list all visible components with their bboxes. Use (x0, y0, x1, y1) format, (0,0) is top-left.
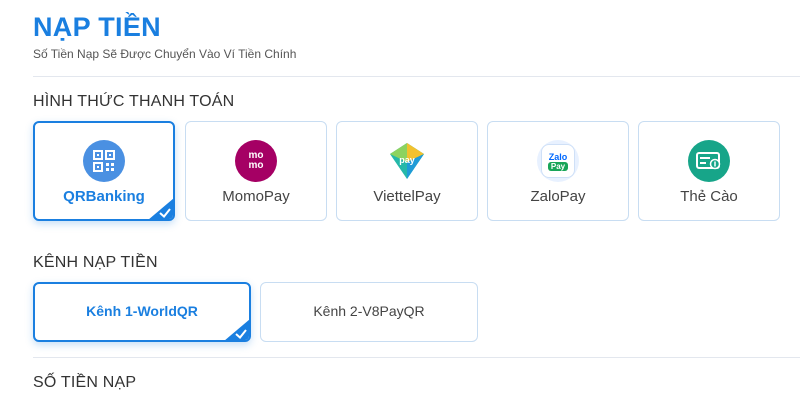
zalopay-icon-text-top: Zalo (548, 151, 568, 162)
page-subtitle: Số Tiền Nạp Sẽ Được Chuyển Vào Ví Tiền C… (33, 47, 297, 61)
method-viettelpay[interactable]: pay ViettelPay (336, 121, 478, 221)
divider (33, 357, 800, 358)
viettelpay-icon-text: pay (399, 155, 415, 165)
channel-label-text: Kênh 2-V8PayQR (313, 303, 425, 319)
channel-label: KÊNH NẠP TIỀN (33, 254, 158, 271)
selected-check-icon (225, 319, 249, 340)
method-label: Thẻ Cào (680, 188, 738, 205)
zalopay-icon-text-bottom: Pay (547, 161, 569, 171)
qr-code-icon (83, 140, 125, 182)
method-the-cao[interactable]: Thẻ Cào (638, 121, 780, 221)
page-title: NẠP TIỀN (33, 12, 161, 42)
selected-check-icon (149, 198, 173, 219)
channel-1-worldqr[interactable]: Kênh 1-WorldQR (33, 282, 251, 342)
payment-method-label: HÌNH THỨC THANH TOÁN (33, 93, 235, 110)
zalopay-icon: Zalo Pay (537, 140, 579, 182)
channel-2-v8payqr[interactable]: Kênh 2-V8PayQR (260, 282, 478, 342)
method-label: ZaloPay (530, 188, 586, 205)
viettelpay-icon: pay (386, 140, 428, 182)
method-label: MomoPay (222, 188, 290, 205)
method-label: ViettelPay (373, 188, 441, 205)
amount-label: SỐ TIỀN NẠP (33, 374, 137, 391)
method-zalopay[interactable]: Zalo Pay ZaloPay (487, 121, 629, 221)
momo-icon: mo mo (235, 140, 277, 182)
momo-icon-text: mo mo (248, 150, 264, 171)
method-momopay[interactable]: mo mo MomoPay (185, 121, 327, 221)
divider (33, 76, 800, 77)
method-qrbanking[interactable]: QRBanking (33, 121, 175, 221)
channel-label-text: Kênh 1-WorldQR (86, 303, 198, 319)
scratch-card-icon (688, 140, 730, 182)
